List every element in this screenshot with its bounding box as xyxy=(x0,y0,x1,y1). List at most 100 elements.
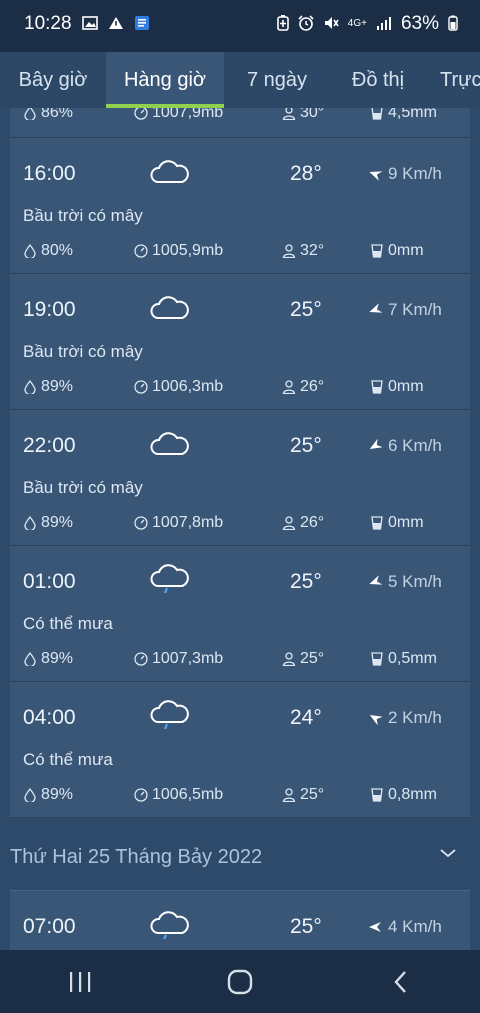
wind-direction-icon xyxy=(369,575,382,585)
recent-apps-icon xyxy=(70,971,91,992)
humidity-value: 80% xyxy=(41,242,74,259)
humidity: 89% xyxy=(23,786,73,804)
feels-like: 32° xyxy=(282,242,324,260)
weather-description: Có thể mưa xyxy=(23,614,113,633)
person-icon xyxy=(282,380,296,394)
day-header[interactable]: Thứ Hai 25 Tháng Bảy 2022 xyxy=(0,822,480,892)
hour-time: 19:00 xyxy=(23,298,76,321)
precipitation-value: 0mm xyxy=(388,378,424,395)
humidity-icon xyxy=(24,380,36,394)
humidity: 89% xyxy=(23,650,73,668)
humidity: 89% xyxy=(23,514,73,532)
humidity-icon xyxy=(24,652,36,666)
pressure: 1006,5mb xyxy=(134,786,223,804)
network-type: 4G+ xyxy=(347,18,367,29)
pressure: 1007,3mb xyxy=(134,650,223,668)
tab-label: 7 ngày xyxy=(246,68,308,91)
tab-label: Bây giờ xyxy=(18,68,88,91)
tab-radar[interactable]: Trực xyxy=(426,52,480,108)
wind-speed: 9 Km/h xyxy=(388,164,442,183)
hour-card[interactable]: 16:00 28° 9 Km/h Bầu trời có mây 80% 1005,9mb… xyxy=(10,138,470,274)
wind: 6 Km/h xyxy=(368,436,442,456)
wind: 9 Km/h xyxy=(368,164,442,184)
feels-like: 25° xyxy=(282,650,324,668)
back-button[interactable] xyxy=(380,962,420,1002)
day-header-label: Thứ Hai 25 Tháng Bảy 2022 xyxy=(10,846,263,868)
person-icon xyxy=(282,788,296,802)
pressure-icon xyxy=(134,380,148,394)
weather-description: Có thể mưa xyxy=(23,750,113,769)
person-icon xyxy=(282,652,296,666)
warning-icon xyxy=(108,16,124,33)
pressure-icon xyxy=(134,108,148,120)
hour-card[interactable]: 22:00 25° 6 Km/h Bầu trời có mây 89% 1007,8mb… xyxy=(10,410,470,546)
wind-speed: 5 Km/h xyxy=(388,572,442,591)
precipitation-value: 0mm xyxy=(388,242,424,259)
wind-speed: 7 Km/h xyxy=(388,300,442,319)
tab-hourly[interactable]: Hàng giờ xyxy=(106,52,224,108)
alarm-icon xyxy=(298,14,314,34)
hourly-list[interactable]: 86% 1007,9mb 30° 4,5mm 16:00 28° 9 Km/h Bầu… xyxy=(0,108,480,950)
cloud-icon xyxy=(148,292,190,322)
tab-label: Đồ thị xyxy=(351,68,405,91)
document-app-icon xyxy=(134,15,150,34)
humidity-value: 89% xyxy=(41,514,74,531)
pressure-icon xyxy=(134,516,148,530)
humidity-value: 89% xyxy=(41,650,74,667)
wind: 4 Km/h xyxy=(368,917,442,937)
precipitation: 0mm xyxy=(370,514,424,532)
humidity-icon xyxy=(24,244,36,258)
tab-graph[interactable]: Đồ thị xyxy=(330,52,426,108)
chevron-down-icon[interactable] xyxy=(438,846,458,860)
wind-speed: 6 Km/h xyxy=(388,436,442,455)
precipitation: 4,5mm xyxy=(370,108,437,122)
feels-like-value: 26° xyxy=(300,378,325,395)
hour-time: 07:00 xyxy=(23,915,76,938)
status-bar: 10:28 4G+ 63% xyxy=(0,0,480,52)
hour-time: 04:00 xyxy=(23,706,76,729)
rain-cup-icon xyxy=(371,380,383,394)
home-button[interactable] xyxy=(220,962,260,1002)
pressure-icon xyxy=(134,788,148,802)
hour-card[interactable]: 01:00 25° 5 Km/h Có thể mưa 89% 1007,3mb 25° 0,… xyxy=(10,546,470,682)
hour-time: 01:00 xyxy=(23,570,76,593)
tab-now[interactable]: Bây giờ xyxy=(0,52,106,108)
rain-cloud-icon xyxy=(148,564,190,594)
recent-apps-button[interactable] xyxy=(60,962,100,1002)
tab-7-days[interactable]: 7 ngày xyxy=(224,52,330,108)
precipitation: 0mm xyxy=(370,242,424,260)
pressure: 1007,9mb xyxy=(134,108,223,122)
pressure-icon xyxy=(134,244,148,258)
hour-card[interactable]: 19:00 25° 7 Km/h Bầu trời có mây 89% 1006,3mb… xyxy=(10,274,470,410)
pressure: 1005,9mb xyxy=(134,242,223,260)
pressure-value: 1007,3mb xyxy=(152,650,224,667)
hour-card-next[interactable]: 07:00 25° 4 Km/h xyxy=(10,890,470,950)
wind-speed: 2 Km/h xyxy=(388,708,442,727)
pressure-icon xyxy=(134,652,148,666)
precipitation-value: 4,5mm xyxy=(388,108,437,121)
feels-like: 26° xyxy=(282,514,324,532)
precipitation: 0mm xyxy=(370,378,424,396)
feels-like: 30° xyxy=(282,108,324,122)
humidity-icon xyxy=(24,108,36,120)
pressure: 1006,3mb xyxy=(134,378,223,396)
hour-temperature: 25° xyxy=(290,434,322,457)
feels-like: 26° xyxy=(282,378,324,396)
precipitation: 0,5mm xyxy=(370,650,437,668)
tab-bar: Bây giờ Hàng giờ 7 ngày Đồ thị Trực xyxy=(0,52,480,108)
hour-card-partial: 86% 1007,9mb 30° 4,5mm xyxy=(10,108,470,138)
hour-card[interactable]: 04:00 24° 2 Km/h Có thể mưa 89% 1006,5mb 25° 0,… xyxy=(10,682,470,818)
wind-speed: 4 Km/h xyxy=(388,917,442,936)
wind: 2 Km/h xyxy=(368,708,442,728)
rain-cup-icon xyxy=(371,516,383,530)
precipitation: 0,8mm xyxy=(370,786,437,804)
person-icon xyxy=(282,244,296,258)
feels-like-value: 25° xyxy=(300,786,325,803)
cloud-icon xyxy=(148,156,190,186)
home-icon xyxy=(227,969,253,994)
rain-cup-icon xyxy=(371,244,383,258)
feels-like-value: 32° xyxy=(300,242,325,259)
humidity-value: 89% xyxy=(41,378,74,395)
wind-direction-icon xyxy=(369,922,381,932)
rain-cloud-icon xyxy=(148,700,190,730)
